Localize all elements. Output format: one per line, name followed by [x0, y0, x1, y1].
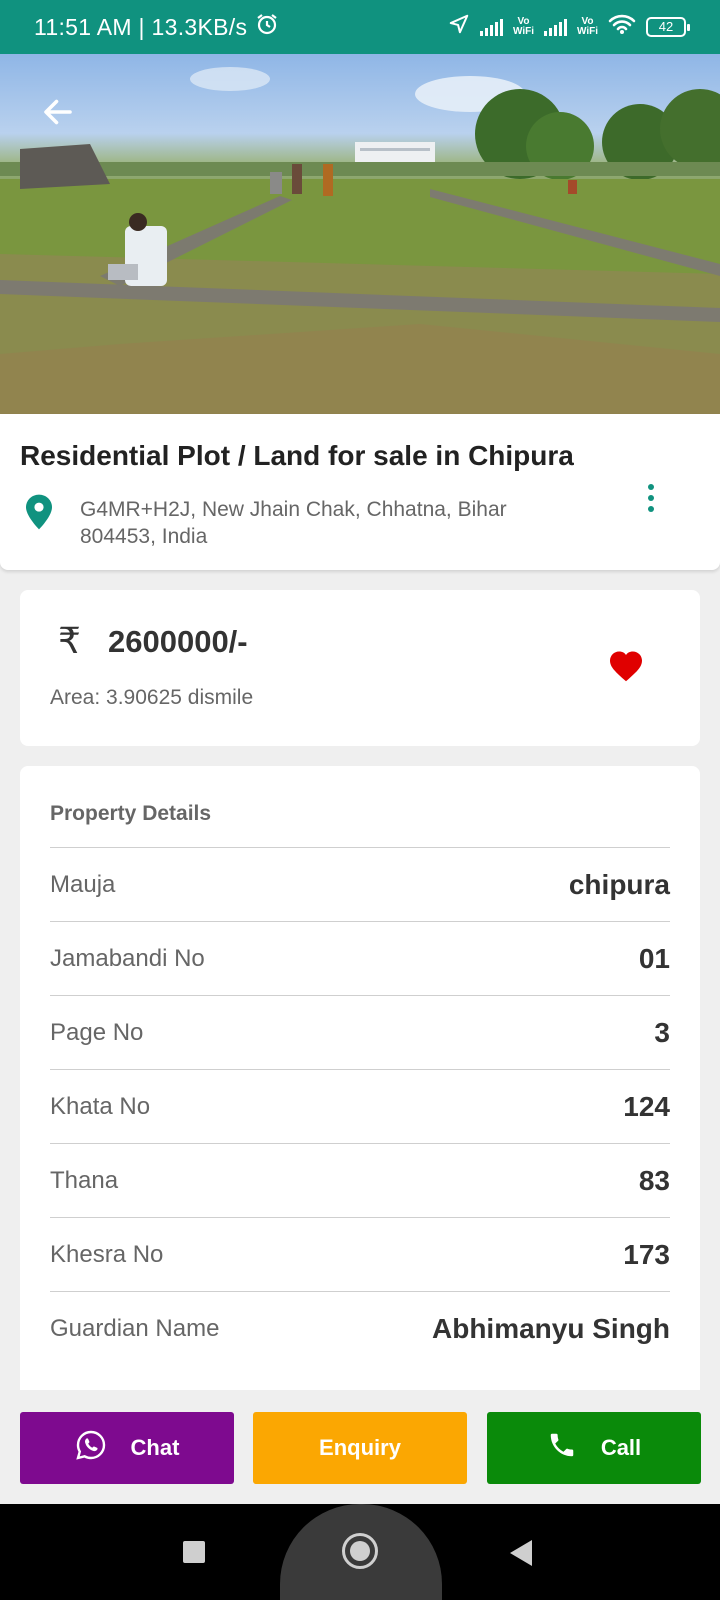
signal-icon: [479, 18, 503, 36]
detail-row-guardian-name: Guardian Name Abhimanyu Singh: [50, 1292, 670, 1366]
chat-button[interactable]: Chat: [20, 1412, 234, 1484]
call-button[interactable]: Call: [487, 1412, 701, 1484]
volte-icon: Vo WiFi: [576, 16, 598, 37]
detail-label: Mauja: [50, 870, 116, 898]
action-bar: Chat Enquiry Call: [0, 1390, 720, 1504]
alarm-icon: [255, 12, 279, 42]
property-details-heading: Property Details: [50, 766, 670, 848]
detail-label: Jamabandi No: [50, 944, 205, 972]
status-bar: 11:51 AM | 13.3KB/s Vo WiFi Vo WiFi 42: [0, 0, 720, 54]
detail-label: Thana: [50, 1166, 119, 1194]
detail-value: Abhimanyu Singh: [432, 1313, 670, 1344]
battery-icon: 42: [646, 17, 690, 37]
detail-row-thana: Thana 83: [50, 1144, 670, 1218]
listing-address: G4MR+H2J, New Jhain Chak, Chhatna, Bihar…: [80, 498, 507, 548]
status-time: 11:51 AM | 13.3KB/s: [34, 13, 248, 40]
recent-apps-icon[interactable]: [183, 1541, 205, 1563]
detail-label: Page No: [50, 1018, 144, 1046]
detail-value: 01: [638, 942, 670, 974]
phone-icon: [547, 1430, 577, 1466]
area-text: Area: 3.90625 dismile: [50, 686, 254, 709]
location-pin-icon: [26, 494, 52, 535]
back-triangle-icon[interactable]: [510, 1540, 532, 1566]
location-arrow-icon: [448, 13, 470, 41]
detail-value: 173: [623, 1238, 670, 1270]
price-amount: 2600000/-: [108, 624, 248, 659]
signal-icon: [543, 18, 567, 36]
detail-label: Guardian Name: [50, 1315, 220, 1342]
listing-header-card: Residential Plot / Land for sale in Chip…: [0, 414, 720, 570]
more-vertical-icon[interactable]: [636, 478, 666, 518]
navigation-bar: [0, 1504, 720, 1600]
volte-icon: Vo WiFi: [512, 16, 534, 37]
back-button[interactable]: [40, 94, 84, 138]
detail-value: chipura: [568, 868, 670, 900]
detail-row-khesra-no: Khesra No 173: [50, 1218, 670, 1292]
detail-row-page-no: Page No 3: [50, 996, 670, 1070]
listing-title: Residential Plot / Land for sale in Chip…: [20, 440, 574, 471]
call-button-label: Call: [600, 1435, 642, 1460]
enquiry-button[interactable]: Enquiry: [253, 1412, 467, 1484]
detail-value: 83: [638, 1164, 670, 1196]
detail-row-mauja: Mauja chipura: [50, 848, 670, 922]
rupee-icon: ₹: [58, 620, 81, 661]
whatsapp-icon: [75, 1429, 107, 1467]
heart-icon[interactable]: [608, 650, 644, 687]
chat-button-label: Chat: [130, 1435, 180, 1460]
wifi-icon: [608, 13, 636, 41]
detail-row-khata-no: Khata No 124: [50, 1070, 670, 1144]
enquiry-button-label: Enquiry: [319, 1435, 401, 1460]
property-details-card: Property Details Mauja chipura Jamabandi…: [20, 766, 700, 1390]
home-icon[interactable]: [342, 1533, 378, 1569]
property-photo[interactable]: [0, 54, 720, 414]
detail-label: Khata No: [50, 1092, 151, 1120]
property-photo-illustration: [0, 67, 720, 414]
detail-row-jamabandi-no: Jamabandi No 01: [50, 922, 670, 996]
detail-value: 124: [623, 1090, 670, 1122]
detail-value: 3: [654, 1016, 670, 1048]
detail-label: Khesra No: [50, 1240, 164, 1268]
price-card: ₹ 2600000/- Area: 3.90625 dismile: [20, 590, 700, 746]
